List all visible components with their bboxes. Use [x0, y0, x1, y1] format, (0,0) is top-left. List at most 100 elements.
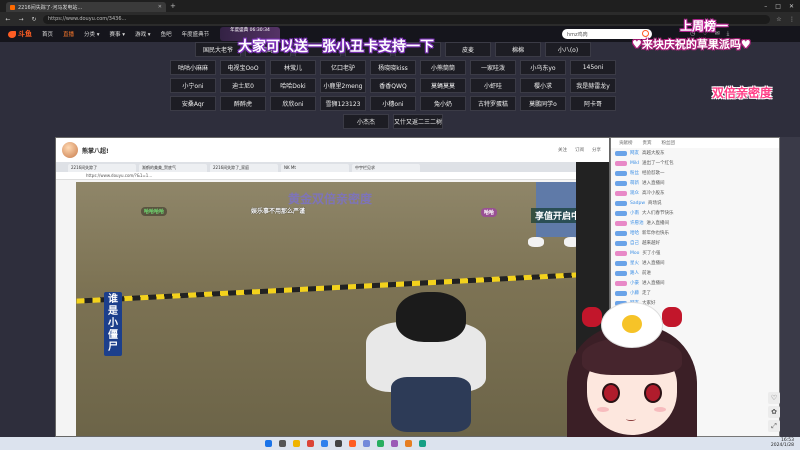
chat-username[interactable]: MikI	[630, 161, 639, 166]
douyu-logo[interactable]: 斗鱼	[8, 29, 32, 39]
name-chip[interactable]: 电视宝OoO	[220, 60, 266, 75]
chat-app-icon[interactable]	[363, 440, 370, 447]
chat-username[interactable]: 粉丝	[630, 170, 639, 176]
name-chip[interactable]: 哈哈Doki	[270, 78, 316, 93]
name-chip[interactable]: 国民大老爷	[195, 42, 241, 57]
inner-tab[interactable]: 2216间失踪了	[68, 164, 136, 172]
wechat-icon[interactable]	[377, 440, 384, 447]
name-chip[interactable]: 小虾哇	[470, 78, 516, 93]
name-chip[interactable]: 亿口老驴	[320, 60, 366, 75]
name-chip[interactable]: 小宁oni	[170, 78, 216, 93]
edge-icon[interactable]	[321, 440, 328, 447]
name-chip[interactable]: 小穗oni	[370, 96, 416, 111]
name-chip[interactable]: 一家哇泼	[470, 60, 516, 75]
inner-tab[interactable]: 渐鹤的美美_贺底气	[139, 164, 207, 172]
nav-category[interactable]: 分类 ▾	[84, 30, 100, 38]
name-chip[interactable]: 皮麦	[445, 42, 491, 57]
file-explorer-icon[interactable]	[293, 440, 300, 447]
name-chip[interactable]: 兔小奶	[420, 96, 466, 111]
name-chip[interactable]: 棉棉	[495, 42, 541, 57]
app-icon[interactable]	[419, 440, 426, 447]
chat-username[interactable]: 路人	[630, 270, 639, 276]
name-chip[interactable]: 小八(o)	[545, 42, 591, 57]
name-chip[interactable]: 樱小求	[520, 78, 566, 93]
chat-tab-vip[interactable]: 贵宾	[643, 140, 652, 146]
vtuber-bow-left	[582, 307, 602, 327]
browser-tab[interactable]: 2216间失踪了·河马发电站… ✕	[6, 2, 166, 12]
chrome-icon[interactable]	[307, 440, 314, 447]
like-icon[interactable]: ♡	[768, 392, 780, 404]
name-chip[interactable]: 小杰杰	[343, 114, 389, 129]
chat-username[interactable]: 小南	[630, 210, 639, 216]
chat-username[interactable]: Moo	[630, 251, 639, 256]
right-scroll-bar[interactable]	[780, 137, 800, 437]
chat-username[interactable]: 哈哈	[630, 230, 639, 236]
chat-username[interactable]: 萌新	[630, 180, 639, 186]
nav-festival[interactable]: 年度盛典节	[182, 30, 210, 38]
name-chip[interactable]: 又什又返二三二树	[393, 114, 443, 129]
expand-icon[interactable]: ⤢	[768, 420, 780, 432]
name-chip[interactable]: 小熊筒筒	[420, 60, 466, 75]
chat-tab-fans[interactable]: 粉丝团	[662, 140, 676, 146]
search-task-icon[interactable]	[279, 440, 286, 447]
chat-username[interactable]: 网友	[630, 150, 639, 156]
reload-icon[interactable]: ↻	[30, 16, 38, 23]
name-chip[interactable]: 阿卡哥	[570, 96, 616, 111]
maximize-icon[interactable]: □	[775, 3, 781, 10]
inner-tab[interactable]: 2216间失踪了_家庭	[210, 164, 278, 172]
inner-address-bar[interactable]: https://www.douyu.com/?&1=1...	[56, 172, 609, 180]
name-chip[interactable]: 小鹿里2meng	[320, 78, 366, 93]
windows-start-icon[interactable]	[265, 440, 272, 447]
chat-username[interactable]: 自己	[630, 240, 639, 246]
name-chip[interactable]: 小乌东yo	[520, 60, 566, 75]
nav-games[interactable]: 游戏 ▾	[135, 30, 151, 38]
menu-icon[interactable]: ⋮	[788, 16, 796, 23]
name-chip[interactable]: 145oni	[570, 60, 616, 75]
nav-yuba[interactable]: 鱼吧	[161, 30, 172, 38]
name-chip[interactable]: 欣欣oni	[270, 96, 316, 111]
name-chip[interactable]: 莫鹏同学o	[520, 96, 566, 111]
video-player[interactable]: 黄金双倍亲密度 娱乐事不用那么严谨 谁是小僵尸 享值开启中 节目 哈哈哈哈 哈哈	[76, 182, 609, 436]
inner-tab[interactable]: 中宇栏见求	[352, 164, 420, 172]
back-icon[interactable]: ←	[4, 16, 12, 23]
app-icon[interactable]	[405, 440, 412, 447]
name-chip[interactable]: 林萤儿	[270, 60, 316, 75]
name-chip[interactable]: 雪狮123123	[320, 96, 366, 111]
forward-icon[interactable]: →	[17, 16, 25, 23]
name-chip[interactable]: 古特罗蛋糕	[470, 96, 516, 111]
name-chip[interactable]: 迪士尼0	[220, 78, 266, 93]
subscribe-button[interactable]: 订阅	[575, 147, 584, 153]
name-chip[interactable]: 杨晓晓kiss	[370, 60, 416, 75]
share-button[interactable]: 分享	[592, 147, 601, 153]
app-icon[interactable]	[391, 440, 398, 447]
name-chip[interactable]: 安桑Aqr	[170, 96, 216, 111]
inner-tab[interactable]: NK Mt	[281, 164, 349, 172]
name-chip[interactable]: 香香QWQ	[370, 78, 416, 93]
close-tab-icon[interactable]: ✕	[158, 4, 162, 10]
minimize-icon[interactable]: –	[764, 3, 767, 10]
douyu-task-icon[interactable]	[349, 440, 356, 447]
name-chip[interactable]: 醉醉虎	[220, 96, 266, 111]
chat-username[interactable]: 许愿池	[630, 220, 644, 226]
close-window-icon[interactable]: ✕	[789, 3, 794, 10]
nav-home[interactable]: 首页	[42, 30, 53, 38]
chat-username[interactable]: 小豪	[630, 280, 639, 286]
address-bar[interactable]: https://www.douyu.com/3436...	[43, 14, 770, 24]
chat-username[interactable]: Sadpw	[630, 201, 645, 206]
name-chip[interactable]: 咕咕小麻麻	[170, 60, 216, 75]
browser-tab-bar: 2216间失踪了·河马发电站… ✕ + – □ ✕	[0, 0, 800, 12]
nav-live[interactable]: 直播	[63, 30, 74, 38]
gift-icon[interactable]: ✿	[768, 406, 780, 418]
chat-username[interactable]: 观众	[630, 190, 639, 196]
name-chip[interactable]: 莫蝇莫莫	[420, 78, 466, 93]
new-tab-button[interactable]: +	[170, 2, 176, 10]
follow-button[interactable]: 关注	[558, 147, 567, 153]
chat-tab-contribution[interactable]: 贡献榜	[619, 140, 633, 146]
obs-icon[interactable]	[335, 440, 342, 447]
chat-username[interactable]: 星火	[630, 260, 639, 266]
bookmark-star-icon[interactable]: ☆	[775, 16, 783, 23]
streamer-avatar[interactable]	[62, 142, 78, 158]
taskbar-clock[interactable]: 16:53 2024/1/28	[771, 438, 794, 448]
nav-events[interactable]: 赛事 ▾	[110, 30, 126, 38]
name-chip[interactable]: 我是赫雷龙y	[570, 78, 616, 93]
